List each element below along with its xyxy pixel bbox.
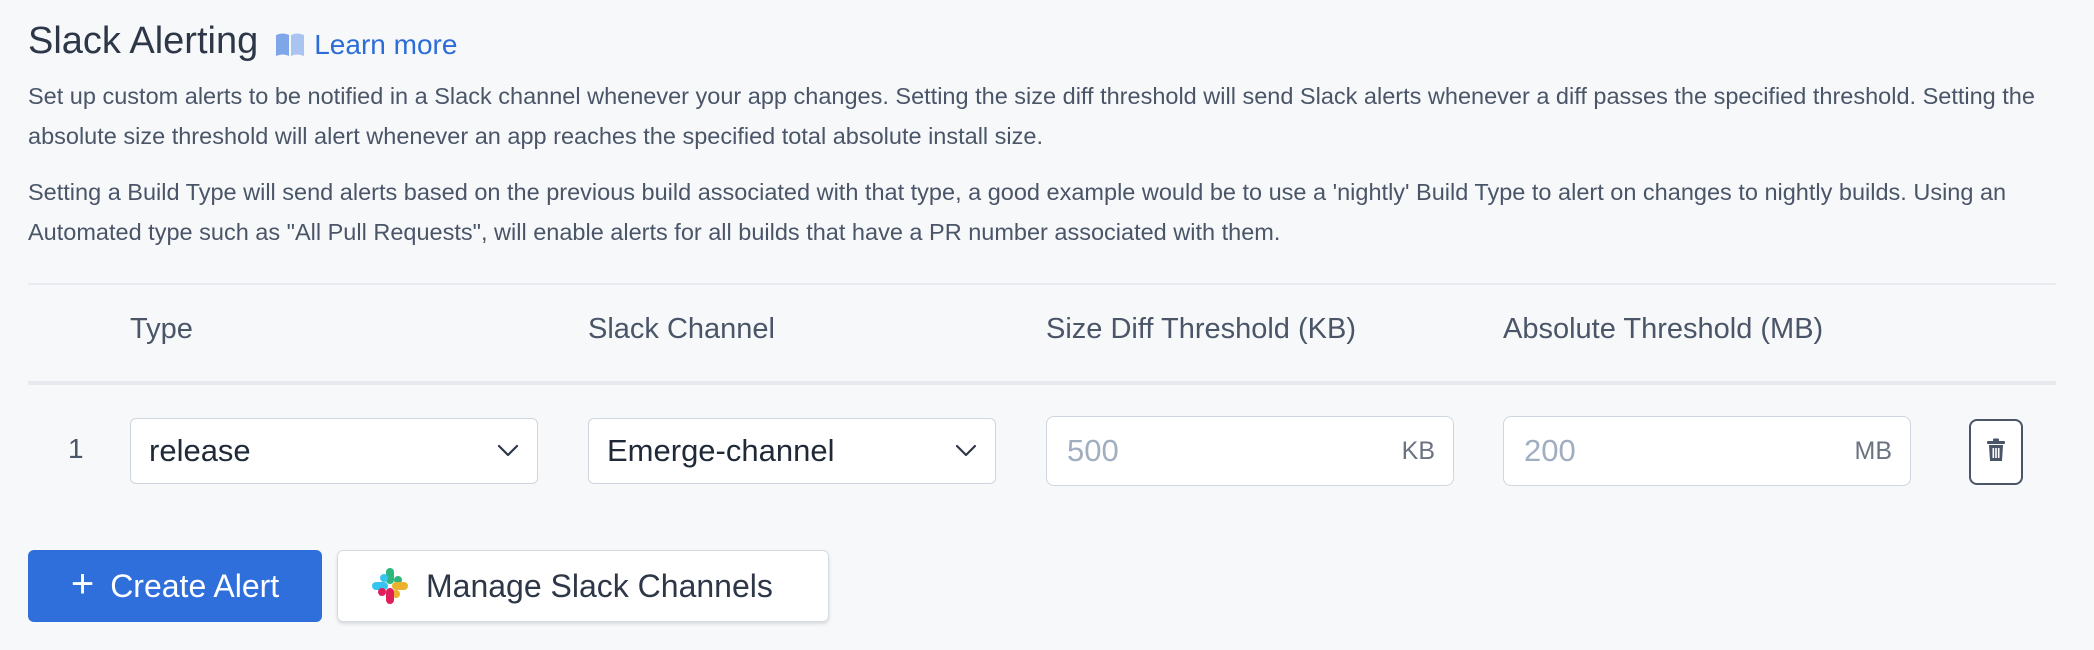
row-index: 1 <box>68 433 84 464</box>
slack-alerting-panel: Slack Alerting Learn more Set up custom … <box>0 0 2094 650</box>
absolute-threshold-input[interactable] <box>1522 432 1855 470</box>
page-title: Slack Alerting <box>28 20 259 62</box>
book-icon <box>274 32 306 58</box>
section-divider <box>28 283 2056 285</box>
description-thresholds: Set up custom alerts to be notified in a… <box>28 83 2035 149</box>
slack-channel-select-value: Emerge-channel <box>607 433 835 468</box>
size-diff-unit: KB <box>1401 436 1435 465</box>
header: Slack Alerting Learn more <box>28 20 457 63</box>
size-diff-threshold-input[interactable] <box>1065 432 1402 470</box>
slack-logo-icon <box>370 566 410 606</box>
absolute-threshold-field: MB <box>1503 416 1911 486</box>
description-build-type: Setting a Build Type will send alerts ba… <box>28 179 2007 245</box>
chevron-down-icon <box>955 444 977 458</box>
absolute-unit: MB <box>1854 436 1893 465</box>
create-alert-button[interactable]: + Create Alert <box>28 550 322 622</box>
manage-slack-channels-button[interactable]: Manage Slack Channels <box>337 550 829 622</box>
column-header-size-diff: Size Diff Threshold (KB) <box>1046 313 1356 345</box>
type-select[interactable]: release <box>130 418 538 484</box>
manage-slack-channels-label: Manage Slack Channels <box>426 567 773 604</box>
delete-alert-button[interactable] <box>1969 419 2023 485</box>
column-header-slack-channel: Slack Channel <box>588 313 775 345</box>
trash-icon <box>1986 438 2006 467</box>
learn-more-link[interactable]: Learn more <box>274 29 457 61</box>
learn-more-label: Learn more <box>314 28 458 60</box>
column-header-absolute: Absolute Threshold (MB) <box>1503 313 1824 345</box>
table-header-divider <box>28 381 2056 385</box>
slack-channel-select[interactable]: Emerge-channel <box>588 418 996 484</box>
type-select-value: release <box>149 433 251 468</box>
column-header-type: Type <box>130 313 193 345</box>
plus-icon: + <box>70 562 95 606</box>
create-alert-label: Create Alert <box>110 567 280 604</box>
chevron-down-icon <box>497 444 519 458</box>
size-diff-threshold-field: KB <box>1046 416 1454 486</box>
